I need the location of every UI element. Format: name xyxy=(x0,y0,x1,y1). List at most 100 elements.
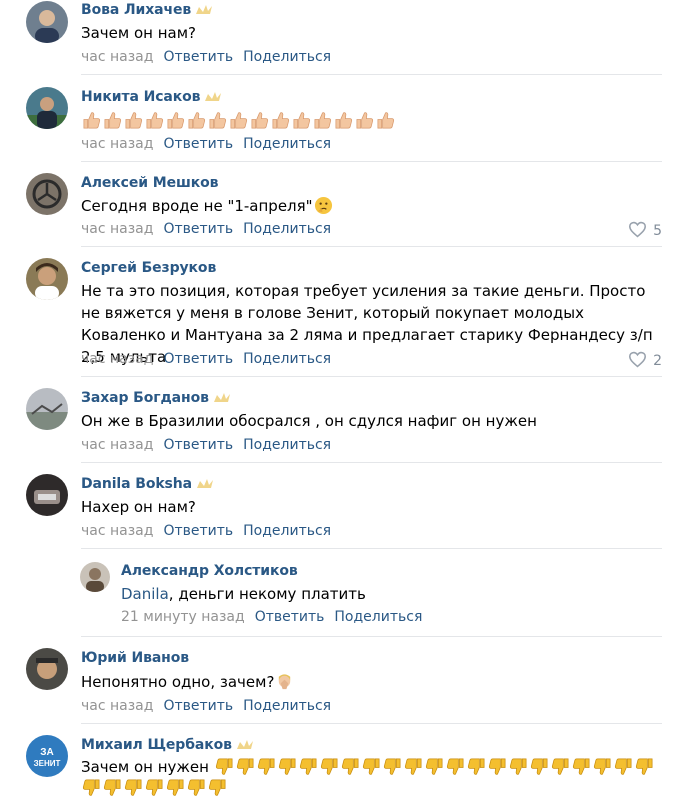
comment-meta: час назад Ответить Поделиться xyxy=(81,523,331,539)
reply-button[interactable]: Ответить xyxy=(163,437,233,453)
timestamp[interactable]: час назад xyxy=(81,351,153,367)
author-name[interactable]: Алексей Мешков xyxy=(81,175,219,191)
heart-icon xyxy=(629,221,647,238)
thumbs-up-icon xyxy=(188,112,206,129)
thumbs-down-icon xyxy=(467,758,485,775)
thumbs-down-icon xyxy=(208,779,226,796)
divider xyxy=(81,462,662,463)
thumbs-down-icon xyxy=(383,758,401,775)
divider xyxy=(81,548,662,549)
timestamp[interactable]: час назад xyxy=(81,698,153,714)
comment-text: Нахер он нам? xyxy=(81,498,196,516)
thumbs-down-icon xyxy=(82,779,100,796)
comment-meta: 21 минуту назад Ответить Поделиться xyxy=(121,609,422,625)
share-button[interactable]: Поделиться xyxy=(243,221,331,237)
thumbs-up-icon xyxy=(209,112,227,129)
share-button[interactable]: Поделиться xyxy=(243,351,331,367)
comment-text xyxy=(81,110,661,132)
avatar[interactable]: ЗА ЗЕНИТ xyxy=(26,735,68,777)
crown-icon xyxy=(236,740,253,749)
share-button[interactable]: Поделиться xyxy=(243,136,331,152)
thumbs-up-icon xyxy=(230,112,248,129)
like-count: 2 xyxy=(653,353,662,369)
thumbs-down-icon xyxy=(124,779,142,796)
avatar[interactable] xyxy=(26,173,68,215)
like-button[interactable]: 5 xyxy=(628,221,662,239)
reply-button[interactable]: Ответить xyxy=(163,698,233,714)
avatar-text-line1: ЗА xyxy=(40,747,54,758)
avatar[interactable] xyxy=(26,87,68,129)
share-button[interactable]: Поделиться xyxy=(243,698,331,714)
comment-meta: час назад Ответить Поделиться xyxy=(81,351,331,367)
author-name[interactable]: Сергей Безруков xyxy=(81,260,216,276)
thumbs-up-icon xyxy=(356,112,374,129)
comment-meta: час назад Ответить Поделиться xyxy=(81,136,331,152)
reply-button[interactable]: Ответить xyxy=(163,523,233,539)
thumbs-down-icon xyxy=(103,779,121,796)
facepalm-icon xyxy=(279,674,291,690)
thinking-face-icon xyxy=(314,196,332,215)
thumbs-down-icon xyxy=(425,758,443,775)
timestamp[interactable]: час назад xyxy=(81,523,153,539)
author-name[interactable]: Захар Богданов xyxy=(81,390,231,406)
thumbs-up-icon xyxy=(293,112,311,129)
comment-meta: час назад Ответить Поделиться xyxy=(81,221,331,237)
like-button[interactable]: 2 xyxy=(628,351,662,369)
reply-button[interactable]: Ответить xyxy=(163,49,233,65)
thumbs-up-icon xyxy=(272,112,290,129)
timestamp[interactable]: час назад xyxy=(81,49,153,65)
timestamp[interactable]: час назад xyxy=(81,437,153,453)
crown-icon xyxy=(197,479,214,488)
avatar[interactable] xyxy=(26,388,68,430)
reply-mention[interactable]: Danila xyxy=(121,585,169,603)
avatar[interactable] xyxy=(26,258,68,300)
comment-text: Зачем он нам? xyxy=(81,24,197,42)
thumbs-down-icon xyxy=(257,758,275,775)
author-name[interactable]: Danila Boksha xyxy=(81,476,214,492)
crown-icon xyxy=(205,92,222,101)
crown-icon xyxy=(213,393,230,402)
thumbs-down-icon xyxy=(614,758,632,775)
avatar[interactable] xyxy=(26,648,68,690)
thumbs-down-icon xyxy=(572,758,590,775)
reply-button[interactable]: Ответить xyxy=(163,136,233,152)
thumbs-up-icon xyxy=(83,112,101,129)
thumbs-down-icon xyxy=(446,758,464,775)
reply-button[interactable]: Ответить xyxy=(255,609,325,625)
timestamp[interactable]: час назад xyxy=(81,136,153,152)
author-name[interactable]: Александр Холстиков xyxy=(121,563,298,579)
comment-text: Зачем он нужен xyxy=(81,757,661,799)
author-name[interactable]: Михаил Щербаков xyxy=(81,737,254,753)
comment-text: Сегодня вроде не "1-апреля" xyxy=(81,195,661,217)
thumbs-up-icon xyxy=(314,112,332,129)
thumbs-down-icon xyxy=(404,758,422,775)
thumbs-down-icon xyxy=(236,758,254,775)
thumbs-down-icon xyxy=(362,758,380,775)
comment-meta: час назад Ответить Поделиться xyxy=(81,437,331,453)
thumbs-down-icon xyxy=(593,758,611,775)
share-button[interactable]: Поделиться xyxy=(334,609,422,625)
thumbs-down-icon xyxy=(145,779,163,796)
thumbs-down-icon xyxy=(215,758,233,775)
thumbs-up-icon xyxy=(146,112,164,129)
divider xyxy=(81,74,662,75)
timestamp[interactable]: 21 минуту назад xyxy=(121,609,245,625)
timestamp[interactable]: час назад xyxy=(81,221,153,237)
heart-icon xyxy=(629,351,647,368)
avatar[interactable] xyxy=(26,1,68,43)
author-name[interactable]: Вова Лихачев xyxy=(81,2,213,18)
avatar[interactable] xyxy=(80,562,110,592)
thumbs-up-icon xyxy=(377,112,395,129)
thumbs-up-icon xyxy=(167,112,185,129)
author-name[interactable]: Никита Исаков xyxy=(81,89,222,105)
reply-button[interactable]: Ответить xyxy=(163,221,233,237)
thumbs-down-icon xyxy=(635,758,653,775)
share-button[interactable]: Поделиться xyxy=(243,49,331,65)
like-count: 5 xyxy=(653,223,662,239)
thumbs-down-icon xyxy=(187,779,205,796)
avatar[interactable] xyxy=(26,474,68,516)
author-name[interactable]: Юрий Иванов xyxy=(81,650,189,666)
share-button[interactable]: Поделиться xyxy=(243,437,331,453)
reply-button[interactable]: Ответить xyxy=(163,351,233,367)
share-button[interactable]: Поделиться xyxy=(243,523,331,539)
